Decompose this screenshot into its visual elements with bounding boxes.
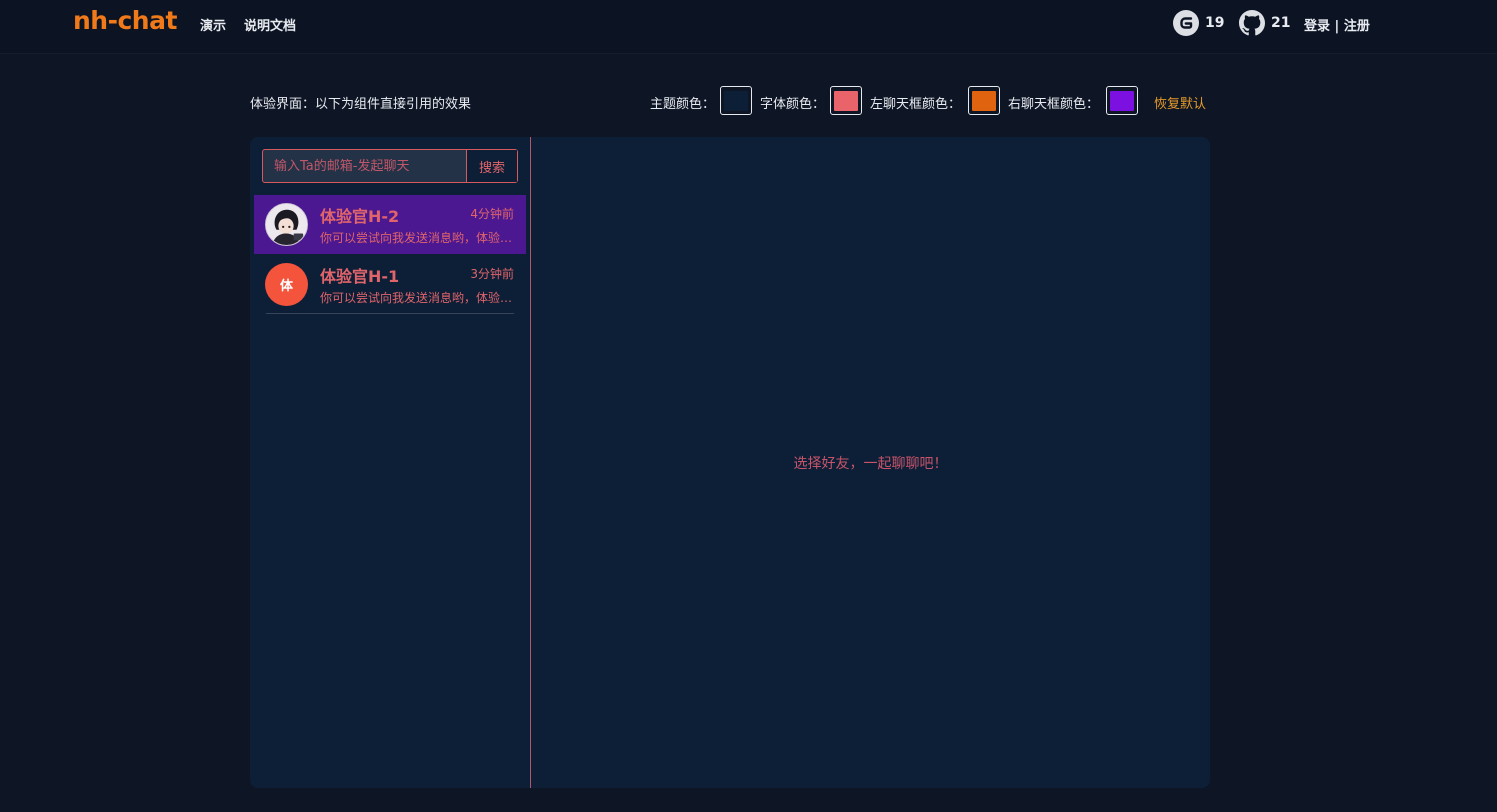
user-photo-avatar [265, 203, 308, 246]
letter-avatar: 体 [265, 263, 308, 306]
contact-name: 体验官H-2 [320, 207, 400, 226]
left-bubble-color-label: 左聊天框颜色： [870, 97, 962, 112]
github-star-link[interactable]: 21 [1239, 10, 1290, 36]
font-color-swatch [834, 90, 858, 111]
contact-time: 4分钟前 [470, 207, 514, 221]
auth-separator: | [1330, 19, 1344, 34]
gitee-star-count: 19 [1205, 15, 1225, 31]
theme-color-label: 主题颜色： [650, 97, 716, 112]
search-button[interactable]: 搜索 [466, 150, 517, 182]
email-search-input[interactable] [263, 150, 466, 182]
left-bubble-color-picker[interactable] [968, 86, 1000, 115]
login-link[interactable]: 登录 [1304, 19, 1330, 34]
gitee-icon [1173, 10, 1199, 36]
gitee-star-link[interactable]: 19 [1173, 10, 1224, 36]
font-color-label: 字体颜色： [760, 97, 826, 112]
right-bubble-color-label: 右聊天框颜色： [1008, 97, 1100, 112]
chat-empty-hint: 选择好友，一起聊聊吧！ [793, 455, 948, 472]
contact-item-h1[interactable]: 体 体验官H-1 3分钟前 你可以尝试向我发送消息哟，体验一下吧 [254, 255, 526, 314]
nav-docs-link[interactable]: 说明文档 [244, 15, 296, 34]
search-bar: 搜索 [262, 149, 518, 183]
chat-panel: 搜索 体验官H-2 4分钟前 你可以尝试向我发送消息哟，体验一下吧 [250, 137, 1210, 788]
contact-name: 体验官H-1 [320, 267, 400, 286]
theme-toolbar: 体验界面：以下为组件直接引用的效果 主题颜色： 字体颜色： 左聊天框颜色： 右聊… [250, 86, 1210, 116]
left-bubble-color-swatch [972, 90, 996, 111]
contact-sidebar: 搜索 体验官H-2 4分钟前 你可以尝试向我发送消息哟，体验一下吧 [250, 137, 531, 788]
brand-logo[interactable]: nh-chat [73, 6, 177, 35]
reset-default-button[interactable]: 恢复默认 [1154, 93, 1206, 112]
nav-demo-link[interactable]: 演示 [200, 15, 226, 34]
github-icon [1239, 10, 1265, 36]
contact-time: 3分钟前 [470, 267, 514, 281]
right-bubble-color-picker[interactable] [1106, 86, 1138, 115]
contact-item-h2[interactable]: 体验官H-2 4分钟前 你可以尝试向我发送消息哟，体验一下吧 [254, 195, 526, 254]
contact-last-message: 你可以尝试向我发送消息哟，体验一下吧 [320, 231, 514, 245]
register-link[interactable]: 注册 [1344, 19, 1370, 34]
github-star-count: 21 [1271, 15, 1291, 31]
auth-links: 登录 | 注册 [1304, 15, 1370, 34]
theme-color-picker[interactable] [720, 86, 752, 115]
toolbar-title: 体验界面：以下为组件直接引用的效果 [250, 97, 472, 112]
contact-divider [266, 313, 514, 314]
theme-color-swatch [724, 90, 748, 111]
top-navbar: nh-chat 演示 说明文档 19 21 登录 | 注册 [0, 0, 1497, 54]
right-bubble-color-swatch [1110, 90, 1134, 111]
contact-last-message: 你可以尝试向我发送消息哟，体验一下吧 [320, 291, 514, 305]
font-color-picker[interactable] [830, 86, 862, 115]
